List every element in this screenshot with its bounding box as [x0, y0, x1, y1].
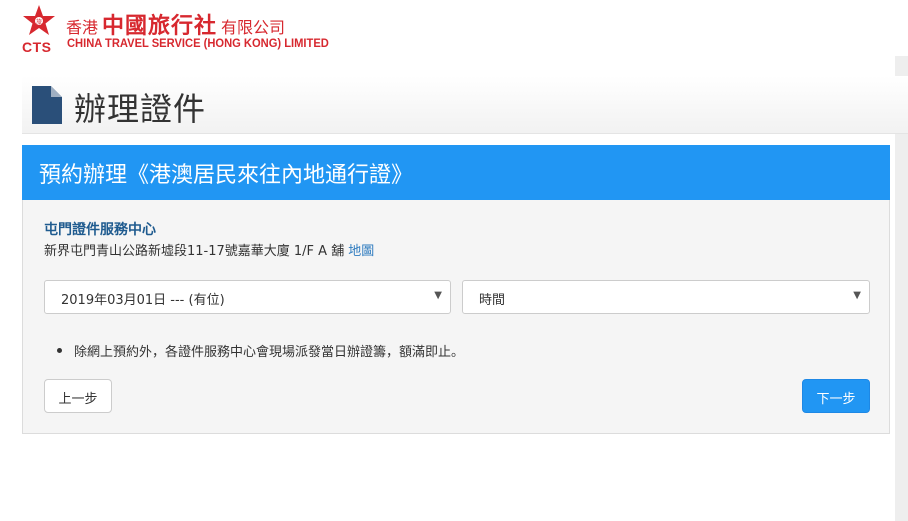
site-header: 旅 CTS 香港 中國旅行社 有限公司 CHINA TRAVEL SERVICE (…	[0, 0, 908, 56]
page-title-bar: 辦理證件	[22, 76, 908, 134]
logo-cn-suffix: 有限公司	[221, 18, 286, 37]
address-text: 新界屯門青山公路新墟段11-17號嘉華大廈 1/F A 舖	[44, 244, 345, 259]
logo-cn-prefix: 香港	[66, 18, 99, 37]
service-center-name: 屯門證件服務中心	[44, 222, 156, 238]
chevron-down-icon: ▼	[853, 290, 861, 301]
chevron-down-icon: ▼	[434, 290, 442, 301]
time-select[interactable]: 時間 ▼	[462, 280, 870, 314]
panel-header: 預約辦理《港澳居民來往內地通行證》	[22, 145, 890, 200]
notice-item: 除網上預約外，各證件服務中心會現場派發當日辦證籌，額滿即止。	[57, 341, 464, 360]
document-icon	[32, 86, 62, 124]
time-select-value: 時間	[479, 293, 506, 308]
bullet-icon	[57, 348, 62, 353]
panel-title: 預約辦理《港澳居民來往內地通行證》	[39, 163, 414, 188]
date-select[interactable]: 2019年03月01日 --- (有位) ▼	[44, 280, 451, 314]
next-step-button[interactable]: 下一步	[802, 379, 870, 413]
date-select-value: 2019年03月01日 --- (有位)	[61, 293, 225, 308]
service-center-address: 新界屯門青山公路新墟段11-17號嘉華大廈 1/F A 舖地圖	[44, 240, 374, 259]
svg-text:旅: 旅	[36, 18, 42, 26]
logo-english-name: CHINA TRAVEL SERVICE (HONG KONG) LIMITED	[67, 36, 329, 50]
notice-text: 除網上預約外，各證件服務中心會現場派發當日辦證籌，額滿即止。	[74, 345, 465, 360]
star-logo-icon: 旅	[23, 5, 55, 35]
appointment-panel: 預約辦理《港澳居民來往內地通行證》 屯門證件服務中心 新界屯門青山公路新墟段11…	[22, 145, 890, 434]
map-link[interactable]: 地圖	[348, 244, 374, 259]
page-title: 辦理證件	[74, 90, 207, 128]
cts-logo[interactable]: 旅 CTS	[22, 4, 58, 55]
logo-cts-text: CTS	[22, 39, 52, 55]
previous-step-button[interactable]: 上一步	[44, 379, 112, 413]
